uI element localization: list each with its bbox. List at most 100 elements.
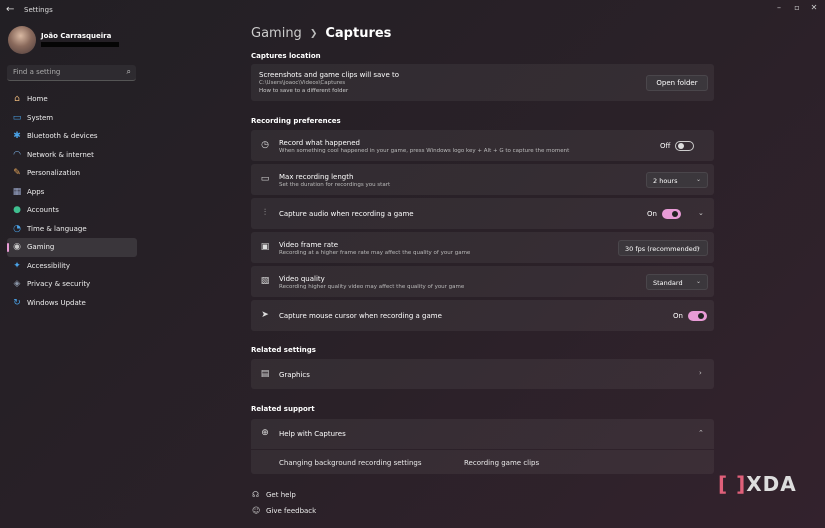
redacted-email <box>41 42 119 47</box>
breadcrumb: Gaming ❯ Captures <box>251 26 391 41</box>
window-title: Settings <box>24 6 53 14</box>
expand-chevron-icon[interactable]: ⌄ <box>698 209 704 217</box>
sidebar-item-privacy-security[interactable]: ◈ Privacy & security <box>7 275 137 294</box>
capture-mouse-cursor-row[interactable]: ➤ Capture mouse cursor when recording a … <box>251 300 714 331</box>
xda-bracket-icon: [ ] <box>718 472 747 496</box>
graphics-row[interactable]: ▤ Graphics › <box>251 359 714 389</box>
gamepad-icon: ◉ <box>13 242 21 252</box>
chevron-right-icon: › <box>699 369 702 377</box>
capture-mouse-cursor-state: On <box>673 312 683 320</box>
help-link-background-recording[interactable]: Changing background recording settings <box>279 459 422 467</box>
accessibility-icon: ✦ <box>13 260 21 271</box>
system-icon: ▭ <box>12 112 22 123</box>
title-bar: ← Settings – ▫ ✕ <box>0 0 825 22</box>
sidebar-item-home[interactable]: ⌂ Home <box>7 90 137 109</box>
recording-preferences-heading: Recording preferences <box>251 117 341 125</box>
breadcrumb-parent[interactable]: Gaming <box>251 26 302 41</box>
video-quality-title: Video quality <box>279 275 325 283</box>
brush-icon: ✎ <box>13 168 21 178</box>
open-folder-button[interactable]: Open folder <box>646 75 708 91</box>
chevron-down-icon: ⌄ <box>695 176 701 183</box>
search-icon[interactable]: ⌕ <box>127 67 131 77</box>
sidebar-item-label: Gaming <box>27 243 55 251</box>
breadcrumb-chevron-icon: ❯ <box>309 29 318 39</box>
capture-audio-toggle[interactable] <box>662 209 681 219</box>
max-recording-length-row: ▭ Max recording length Set the duration … <box>251 164 714 195</box>
change-folder-link[interactable]: How to save to a different folder <box>259 88 348 94</box>
max-recording-length-dropdown[interactable]: 2 hours ⌄ <box>646 172 708 188</box>
sidebar-item-accessibility[interactable]: ✦ Accessibility <box>7 257 137 276</box>
related-support-heading: Related support <box>251 405 315 413</box>
sidebar-item-gaming[interactable]: ◉ Gaming <box>7 238 137 257</box>
profile-name: João Carrasqueira <box>41 32 112 40</box>
sidebar-item-label: Time & language <box>27 224 87 233</box>
related-settings-heading: Related settings <box>251 346 316 354</box>
video-quality-dropdown[interactable]: Standard ⌄ <box>646 274 708 290</box>
help-links-panel: Changing background recording settings R… <box>251 450 714 474</box>
video-quality-icon: ▧ <box>260 276 270 286</box>
sidebar-item-network-internet[interactable]: ◠ Network & internet <box>7 146 137 165</box>
video-frame-rate-value: 30 fps (recommended) <box>625 245 700 253</box>
bluetooth-icon: ✱ <box>13 131 21 141</box>
get-help-link[interactable]: Get help <box>266 491 296 499</box>
home-icon: ⌂ <box>14 94 20 104</box>
give-feedback-link[interactable]: Give feedback <box>266 507 316 515</box>
minimize-icon[interactable]: – <box>772 3 786 12</box>
video-frame-rate-row: ▣ Video frame rate Recording at a higher… <box>251 232 714 263</box>
sidebar-item-label: Privacy & security <box>27 280 91 288</box>
sidebar-item-windows-update[interactable]: ↻ Windows Update <box>7 294 137 313</box>
mouse-pointer-icon: ➤ <box>261 310 269 320</box>
wifi-icon: ◠ <box>13 149 21 160</box>
record-what-happened-row[interactable]: ◷ Record what happened When something co… <box>251 130 714 161</box>
avatar[interactable] <box>8 26 36 54</box>
sidebar-item-bluetooth-devices[interactable]: ✱ Bluetooth & devices <box>7 127 137 146</box>
sidebar-item-label: Apps <box>27 187 45 196</box>
help-with-captures-row[interactable]: ⊕ Help with Captures ⌃ <box>251 419 714 449</box>
captures-location-heading: Captures location <box>251 52 321 60</box>
history-icon: ◷ <box>261 140 269 150</box>
graphics-title: Graphics <box>279 371 310 379</box>
help-link-recording-clips[interactable]: Recording game clips <box>464 459 539 467</box>
sidebar-item-label: Personalization <box>27 169 81 177</box>
graphics-card-icon: ▤ <box>260 369 270 379</box>
chevron-up-icon[interactable]: ⌃ <box>698 429 704 437</box>
sidebar-item-apps[interactable]: ▦ Apps <box>7 183 137 202</box>
help-icon: ☊ <box>252 490 260 499</box>
video-quality-subtitle: Recording higher quality video may affec… <box>279 284 465 290</box>
record-what-happened-toggle[interactable] <box>675 141 694 151</box>
back-arrow-icon[interactable]: ← <box>6 4 14 15</box>
sidebar-item-label: Accessibility <box>27 261 71 270</box>
chevron-down-icon: ⌄ <box>695 278 701 285</box>
captures-path: C:\Users\joaoc\Videos\Captures <box>259 80 346 86</box>
max-recording-length-title: Max recording length <box>279 173 354 181</box>
sidebar-item-label: Windows Update <box>27 298 86 307</box>
close-icon[interactable]: ✕ <box>807 3 821 12</box>
sidebar-item-accounts[interactable]: ● Accounts <box>7 201 137 220</box>
feedback-icon: ☺ <box>252 506 261 515</box>
sidebar-item-label: Bluetooth & devices <box>27 132 98 140</box>
search-placeholder: Find a setting <box>13 68 61 76</box>
update-icon: ↻ <box>13 297 21 308</box>
maximize-icon[interactable]: ▫ <box>790 3 804 12</box>
video-frame-rate-subtitle: Recording at a higher frame rate may aff… <box>279 250 471 256</box>
max-recording-length-value: 2 hours <box>653 177 678 185</box>
sidebar-item-personalization[interactable]: ✎ Personalization <box>7 164 137 183</box>
sidebar-item-time-language[interactable]: ◔ Time & language <box>7 220 137 239</box>
video-frame-rate-title: Video frame rate <box>279 241 339 249</box>
capture-mouse-cursor-toggle[interactable] <box>688 311 707 321</box>
apps-icon: ▦ <box>12 186 22 197</box>
sidebar-item-system[interactable]: ▭ System <box>7 109 137 128</box>
video-quality-value: Standard <box>653 279 683 287</box>
video-frame-rate-dropdown[interactable]: 30 fps (recommended) ⌄ <box>618 240 708 256</box>
sidebar-item-label: System <box>27 113 54 122</box>
page-title: Captures <box>325 26 392 41</box>
search-input[interactable]: Find a setting ⌕ <box>7 65 136 81</box>
capture-audio-row[interactable]: ⫶ Capture audio when recording a game On… <box>251 198 714 229</box>
record-what-happened-subtitle: When something cool happened in your gam… <box>279 148 570 154</box>
accounts-icon: ● <box>13 205 21 215</box>
help-with-captures-title: Help with Captures <box>279 430 346 438</box>
globe-icon: ⊕ <box>261 428 269 438</box>
frame-rate-icon: ▣ <box>260 242 270 252</box>
max-recording-length-subtitle: Set the duration for recordings you star… <box>279 182 391 188</box>
xda-logo: [ ]XDA <box>718 472 797 496</box>
